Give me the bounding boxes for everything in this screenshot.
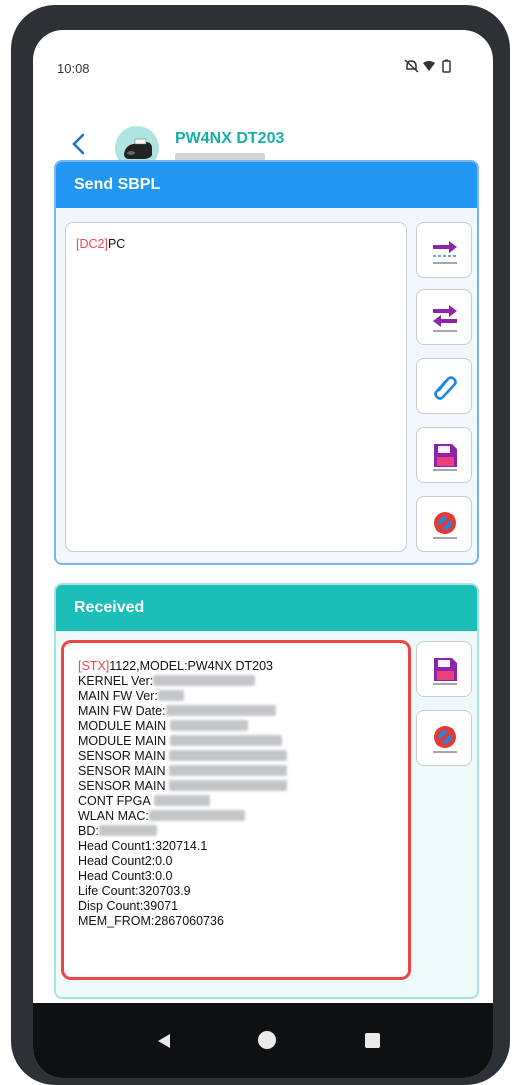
redacted-value (148, 810, 245, 821)
send-panel-title: Send SBPL (56, 162, 477, 208)
received-line: MEM_FROM:2867060736 (78, 914, 224, 928)
send-icon (433, 241, 457, 264)
redacted-value (165, 705, 276, 716)
clear-icon (433, 512, 457, 539)
clear-received-button[interactable] (416, 710, 472, 766)
status-bar: 10:08 (33, 30, 493, 76)
received-panel-title: Received (56, 585, 477, 631)
received-line: Disp Count:39071 (78, 899, 179, 913)
received-line: SENSOR MAIN (78, 779, 408, 794)
send-button[interactable] (416, 222, 472, 278)
command-text: PC (107, 237, 126, 251)
redacted-value (169, 765, 287, 776)
redacted-value (153, 795, 210, 806)
received-output[interactable]: [STX]1122,MODEL:PW4NX DT203 KERNEL Ver: … (61, 640, 411, 980)
attach-icon (434, 376, 457, 400)
received-line: MODULE MAIN (78, 734, 408, 749)
received-line: Life Count:320703.9 (78, 884, 191, 898)
clear-icon (433, 726, 457, 753)
save-received-button[interactable] (416, 641, 472, 697)
received-line: WLAN MAC: (78, 809, 408, 824)
nav-back-icon[interactable] (157, 1033, 171, 1049)
send-receive-button[interactable] (416, 289, 472, 345)
received-line: [STX]1122,MODEL:PW4NX DT203 (78, 659, 273, 673)
received-line: MAIN FW Ver: (78, 689, 408, 704)
wifi-icon (423, 61, 435, 71)
command-input[interactable]: [DC2]PC (65, 222, 407, 552)
redacted-value (98, 825, 157, 836)
received-line: BD: (78, 824, 408, 839)
received-panel: Received [STX]1122,MODEL:PW4NX DT203 KER… (54, 583, 479, 999)
redacted-value (169, 750, 287, 761)
app-screen: 10:08 PW4NX DT203 Send SBPL [DC2]PC Rece… (33, 30, 493, 1078)
received-line: MODULE MAIN (78, 719, 408, 734)
phone-frame: 10:08 PW4NX DT203 Send SBPL [DC2]PC Rece… (11, 5, 510, 1085)
save-icon (433, 444, 457, 471)
system-nav-bar (33, 1003, 493, 1078)
battery-icon (442, 60, 451, 73)
nav-recents-icon[interactable] (365, 1033, 380, 1048)
send-receive-icon (433, 305, 457, 332)
redacted-value (169, 720, 248, 731)
save-button[interactable] (416, 427, 472, 483)
redacted-value (157, 690, 184, 701)
received-line: CONT FPGA (78, 794, 408, 809)
redacted-value (153, 675, 256, 686)
status-time: 10:08 (57, 61, 90, 76)
received-line: Head Count2:0.0 (78, 854, 173, 868)
received-line: SENSOR MAIN (78, 749, 408, 764)
clear-button[interactable] (416, 496, 472, 552)
notifications-off-icon (404, 59, 419, 73)
save-icon (433, 658, 457, 685)
received-line: Head Count1:320714.1 (78, 839, 208, 853)
status-icons (404, 59, 451, 73)
received-line: MAIN FW Date: (78, 704, 408, 719)
send-sbpl-panel: Send SBPL [DC2]PC (54, 160, 479, 565)
redacted-value (169, 780, 287, 791)
redacted-value (169, 735, 282, 746)
nav-home-icon[interactable] (258, 1031, 276, 1049)
received-line: Head Count3:0.0 (78, 869, 173, 883)
received-line: SENSOR MAIN (78, 764, 408, 779)
received-tag: [STX] (78, 659, 110, 673)
received-line: KERNEL Ver: (78, 674, 408, 689)
attach-button[interactable] (416, 358, 472, 414)
device-name: PW4NX DT203 (175, 130, 285, 147)
command-tag: [DC2] (76, 237, 108, 251)
back-arrow-icon[interactable] (69, 132, 89, 156)
